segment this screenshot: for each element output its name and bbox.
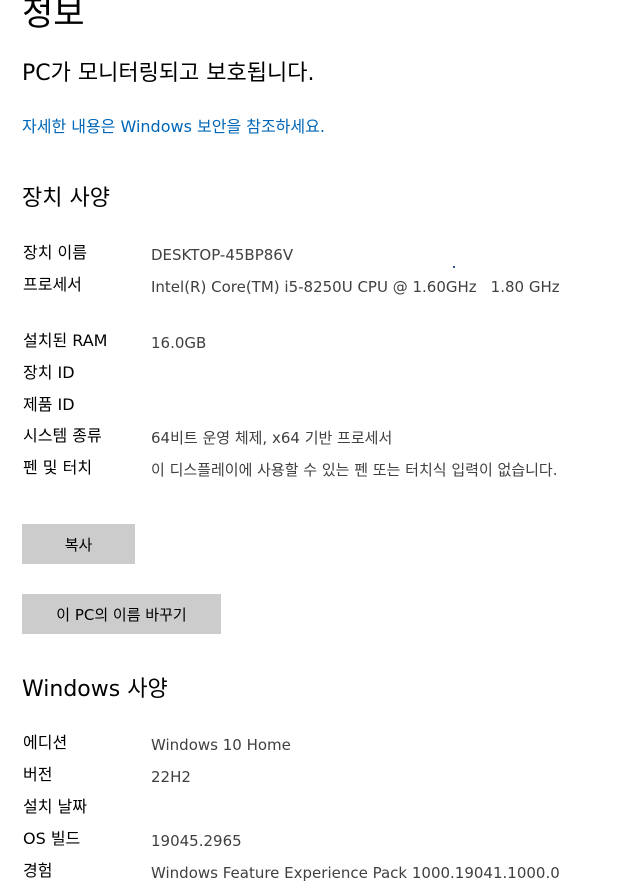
processor-value-tail: 1.80 GHz xyxy=(490,278,560,296)
processor-value-main: Intel(R) Core(TM) i5-8250U CPU @ 1.60GHz xyxy=(151,278,477,296)
page-title: 정보 xyxy=(22,0,85,34)
copy-button[interactable]: 복사 xyxy=(22,524,135,564)
spec-value[interactable]: Windows Feature Experience Pack 1000.190… xyxy=(151,861,560,885)
spec-label: 에디션 xyxy=(23,733,68,752)
spec-label: OS 빌드 xyxy=(23,829,81,848)
windows-specs-heading: Windows 사양 xyxy=(22,677,168,702)
spec-value[interactable]: 22H2 xyxy=(151,765,191,789)
spec-value[interactable]: Intel(R) Core(TM) i5-8250U CPU @ 1.60GHz… xyxy=(151,275,571,299)
spec-label: 경험 xyxy=(23,861,53,880)
spec-label: 장치 ID xyxy=(23,363,75,382)
spec-label: 제품 ID xyxy=(23,395,75,414)
rename-pc-button[interactable]: 이 PC의 이름 바꾸기 xyxy=(22,594,221,634)
spec-value[interactable]: 64비트 운영 체제, x64 기반 프로세서 xyxy=(151,426,392,450)
spec-value[interactable]: DESKTOP-45BP86V xyxy=(151,243,293,267)
spec-label: 시스템 종류 xyxy=(23,426,102,445)
spec-label: 버전 xyxy=(23,765,53,784)
spec-label: 설치된 RAM xyxy=(23,331,108,350)
protection-status-text: PC가 모니터링되고 보호됩니다. xyxy=(22,61,315,86)
spec-label: 펜 및 터치 xyxy=(23,458,93,477)
spec-value[interactable]: Windows 10 Home xyxy=(151,733,291,757)
stray-dot xyxy=(453,266,455,268)
spec-label: 장치 이름 xyxy=(23,243,87,262)
spec-label: 설치 날짜 xyxy=(23,797,87,816)
spec-label: 프로세서 xyxy=(23,275,82,294)
spec-value[interactable]: 16.0GB xyxy=(151,331,206,355)
windows-security-link[interactable]: 자세한 내용은 Windows 보안을 참조하세요. xyxy=(22,115,325,139)
spec-value[interactable]: 이 디스플레이에 사용할 수 있는 펜 또는 터치식 입력이 없습니다. xyxy=(151,458,581,482)
device-specs-heading: 장치 사양 xyxy=(22,186,110,211)
spec-value[interactable]: 19045.2965 xyxy=(151,829,242,853)
